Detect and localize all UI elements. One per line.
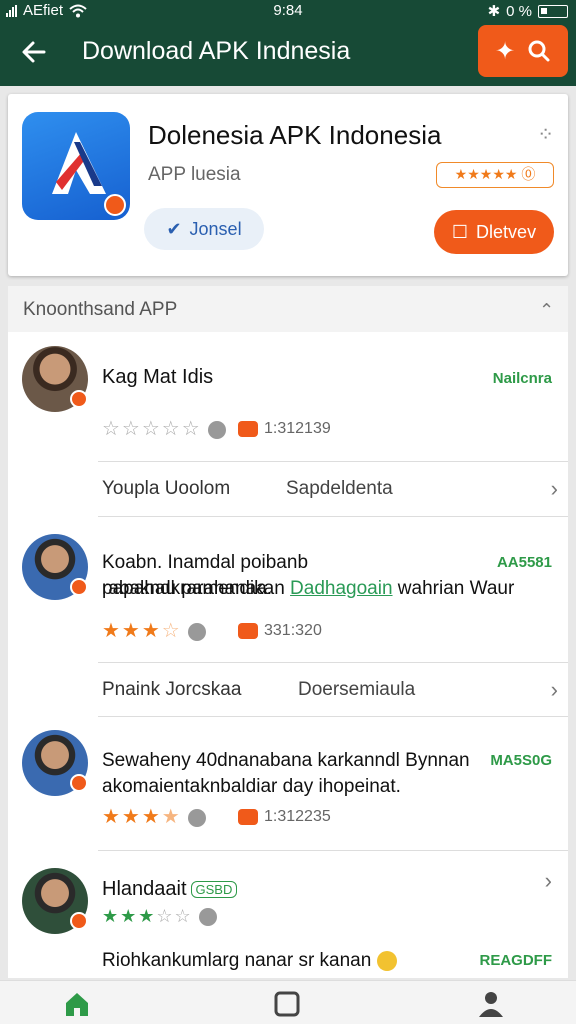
edit-icon: ☐ (451, 221, 469, 242)
review-tag: Nailcnra (492, 370, 552, 387)
reviewer-name: Koabn. (102, 552, 163, 573)
app-logo-icon (22, 112, 130, 220)
join-button-label: Jonsel (189, 218, 242, 239)
info-icon (187, 808, 206, 827)
review-text-line-1: Sewaheny 40dnanabana karkanndl Bynnan (102, 750, 470, 771)
review-subrow[interactable]: Pnaink Jorcskaa Doersemiaula › (102, 663, 564, 717)
download-button[interactable]: ☐ Dletvev (434, 210, 554, 254)
review-meta: 1:312235 (238, 808, 331, 826)
info-icon (198, 908, 217, 927)
more-options-icon[interactable]: ⁘ (537, 122, 554, 147)
app-card: Dolenesia APK Indonesia APP luesia ⁘ ★★★… (8, 94, 568, 276)
avatar-badge-icon (70, 912, 88, 930)
avatar-badge-icon (70, 774, 88, 792)
review-line-2-a: papahau pamendikan (102, 578, 291, 599)
review-meta: 1:312139 (238, 420, 331, 438)
reviewer-name: Hlandaait (102, 878, 187, 900)
avatar[interactable] (22, 534, 88, 600)
status-bar: AEfiet 9:84 ✱ 0 % (0, 0, 576, 22)
chat-icon (238, 421, 258, 437)
star-rating: ★★★☆☆ (102, 906, 217, 927)
review-text-line-2: papahau pamendikan Dadhagoain wahrian Wa… (102, 576, 542, 602)
star-rating: ★★★★ (102, 804, 206, 829)
search-action-button[interactable]: ✦ (478, 25, 568, 77)
home-icon[interactable] (62, 989, 92, 1019)
reviews-header[interactable]: Knoonthsand APP ⌄ (8, 286, 568, 332)
chevron-right-icon[interactable]: › (545, 868, 552, 894)
review-meta-value: 1:312235 (264, 808, 331, 825)
app-bar: Download APK Indnesia ✦ (0, 22, 576, 86)
subrow-right: Doersemiaula (298, 679, 416, 700)
avatar-badge-icon (70, 390, 88, 408)
subrow-left: Pnaink Jorcskaa (102, 679, 242, 700)
page-title: Download APK Indnesia (82, 37, 351, 65)
review-meta: 331:320 (238, 622, 322, 640)
review-line-1: Riohkankumlarg nanar sr kanan (102, 950, 372, 971)
search-icon (528, 40, 550, 62)
back-arrow-icon[interactable] (18, 36, 50, 68)
bluetooth-icon: ✱ (487, 3, 501, 20)
review-tag: MA5S0G (490, 752, 552, 769)
divider (98, 850, 568, 851)
status-badge: GSBD (190, 881, 238, 899)
info-icon (207, 420, 226, 439)
status-right: ✱ 0 % (488, 2, 568, 20)
subrow-right: Sapdeldenta (286, 478, 393, 499)
rating-badge: ★★★★★ ⓪ (436, 162, 554, 188)
review-tag: REAGDFF (479, 952, 553, 969)
join-button[interactable]: ✔ Jonsel (144, 208, 264, 250)
download-button-label: Dletvev (476, 221, 537, 242)
star-rating: ★★★☆ (102, 618, 206, 643)
chevron-right-icon: › (550, 677, 558, 702)
avatar[interactable] (22, 868, 88, 934)
square-icon[interactable] (272, 989, 302, 1019)
reviewer-name: Kag Mat Idis (102, 366, 214, 388)
review-subrow[interactable]: Youpla Uoolom Sapdeldenta › (102, 462, 564, 516)
chat-icon (238, 809, 258, 825)
review-link[interactable]: Dadhagoain (290, 578, 392, 599)
app-name: Dolenesia APK Indonesia (148, 120, 442, 150)
divider (98, 716, 568, 717)
app-subtitle: APP luesia (148, 164, 241, 185)
reviews-section: Knoonthsand APP ⌄ Kag Mat Idis Nailcnra … (8, 286, 568, 978)
review-text-line-2: akomaientaknbaldiar day ihopeinat. (102, 776, 401, 797)
app-badge-icon (104, 194, 126, 216)
subrow-left: Youpla Uoolom (102, 478, 231, 499)
review-meta-value: 1:312139 (264, 420, 331, 437)
review-line-2-b: wahrian Waur (392, 578, 515, 599)
battery-icon (538, 4, 568, 18)
review-tag: AA5581 (496, 554, 552, 571)
avatar[interactable] (22, 730, 88, 796)
avatar-badge-icon (70, 578, 88, 596)
avatar[interactable] (22, 346, 88, 412)
emoji-icon (376, 950, 397, 971)
check-icon: ✔ (166, 218, 182, 239)
profile-icon[interactable] (476, 989, 506, 1019)
reviews-header-label: Knoonthsand APP (23, 299, 178, 320)
star-rating: ☆☆☆☆☆ (102, 416, 226, 441)
battery-percent: 0 % (506, 2, 532, 20)
sparkle-icon: ✦ (494, 37, 516, 65)
chat-icon (238, 623, 258, 639)
divider (98, 516, 568, 517)
review-meta-value: 331:320 (264, 622, 322, 639)
chevron-right-icon: › (550, 476, 558, 501)
info-icon (187, 622, 206, 641)
review-text-line-1: Riohkankumlarg nanar sr kanan (102, 948, 482, 974)
chevron-up-icon[interactable]: ⌄ (539, 298, 554, 319)
reviewer-name-row: Hlandaait GSBD (102, 878, 238, 901)
bottom-nav (0, 980, 576, 1024)
